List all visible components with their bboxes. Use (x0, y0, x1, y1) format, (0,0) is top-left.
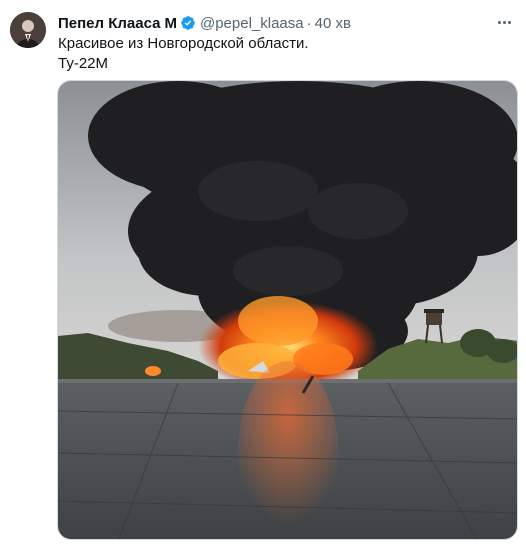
tweet-photo[interactable] (57, 80, 518, 540)
tweet-text: Красивое из Новгородской области. Ту-22M (58, 34, 309, 74)
avatar[interactable] (10, 12, 46, 48)
separator-dot: · (306, 14, 312, 32)
more-options-icon[interactable] (494, 12, 514, 32)
explosion-photo (58, 81, 517, 539)
author-handle[interactable]: @pepel_klaasa (200, 15, 304, 32)
tweet-text-line-2: Ту-22M (58, 55, 108, 72)
tweet-timestamp[interactable]: 40 хв (315, 15, 351, 32)
name-emoji-badge: M (164, 14, 177, 32)
display-name[interactable]: Пепел Клааса (58, 15, 160, 32)
verified-badge-icon (180, 15, 196, 31)
avatar-image (10, 12, 46, 48)
tweet-text-line-1: Красивое из Новгородской области. (58, 35, 309, 52)
tweet[interactable]: Пепел Клааса M @pepel_klaasa · 40 хв Кра… (0, 0, 526, 550)
tweet-header: Пепел Клааса M @pepel_klaasa · 40 хв (58, 13, 351, 33)
